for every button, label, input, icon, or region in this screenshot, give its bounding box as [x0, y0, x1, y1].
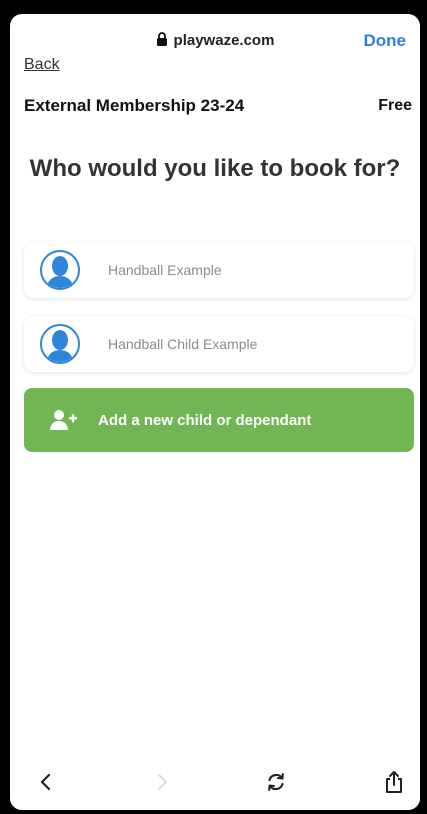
membership-header: External Membership 23-24 Free — [24, 96, 412, 116]
done-button[interactable]: Done — [364, 31, 407, 51]
person-name: Handball Example — [108, 262, 222, 278]
add-dependant-label: Add a new child or dependant — [98, 411, 312, 429]
forward-nav-button[interactable] — [148, 768, 176, 796]
address-bar[interactable]: playwaze.com — [10, 32, 420, 51]
chevron-right-icon — [158, 774, 167, 790]
reload-button[interactable] — [262, 768, 290, 796]
back-nav-button[interactable] — [32, 768, 60, 796]
person-icon — [46, 330, 74, 362]
person-icon — [46, 256, 74, 288]
reload-icon — [268, 773, 284, 791]
share-icon — [386, 771, 402, 793]
url-text: playwaze.com — [173, 32, 275, 49]
person-name: Handball Child Example — [108, 336, 258, 352]
add-dependant-button[interactable]: Add a new child or dependant — [24, 388, 414, 452]
chevron-left-icon — [40, 773, 51, 791]
browser-top-bar: playwaze.com Done — [10, 14, 420, 64]
person-card-handball-example[interactable]: Handball Example — [24, 242, 414, 298]
person-card-handball-child-example[interactable]: Handball Child Example — [24, 316, 414, 372]
browser-toolbar — [10, 754, 420, 810]
page-title: Who would you like to book for? — [29, 155, 401, 182]
lock-icon — [156, 32, 168, 51]
back-link[interactable]: Back — [24, 58, 60, 72]
add-user-icon — [50, 409, 78, 431]
membership-title: External Membership 23-24 — [24, 96, 245, 115]
browser-window: playwaze.com Done Back External Membersh… — [10, 14, 420, 810]
avatar — [40, 324, 80, 364]
share-button[interactable] — [380, 768, 408, 796]
avatar — [40, 250, 80, 290]
membership-price: Free — [378, 97, 412, 114]
